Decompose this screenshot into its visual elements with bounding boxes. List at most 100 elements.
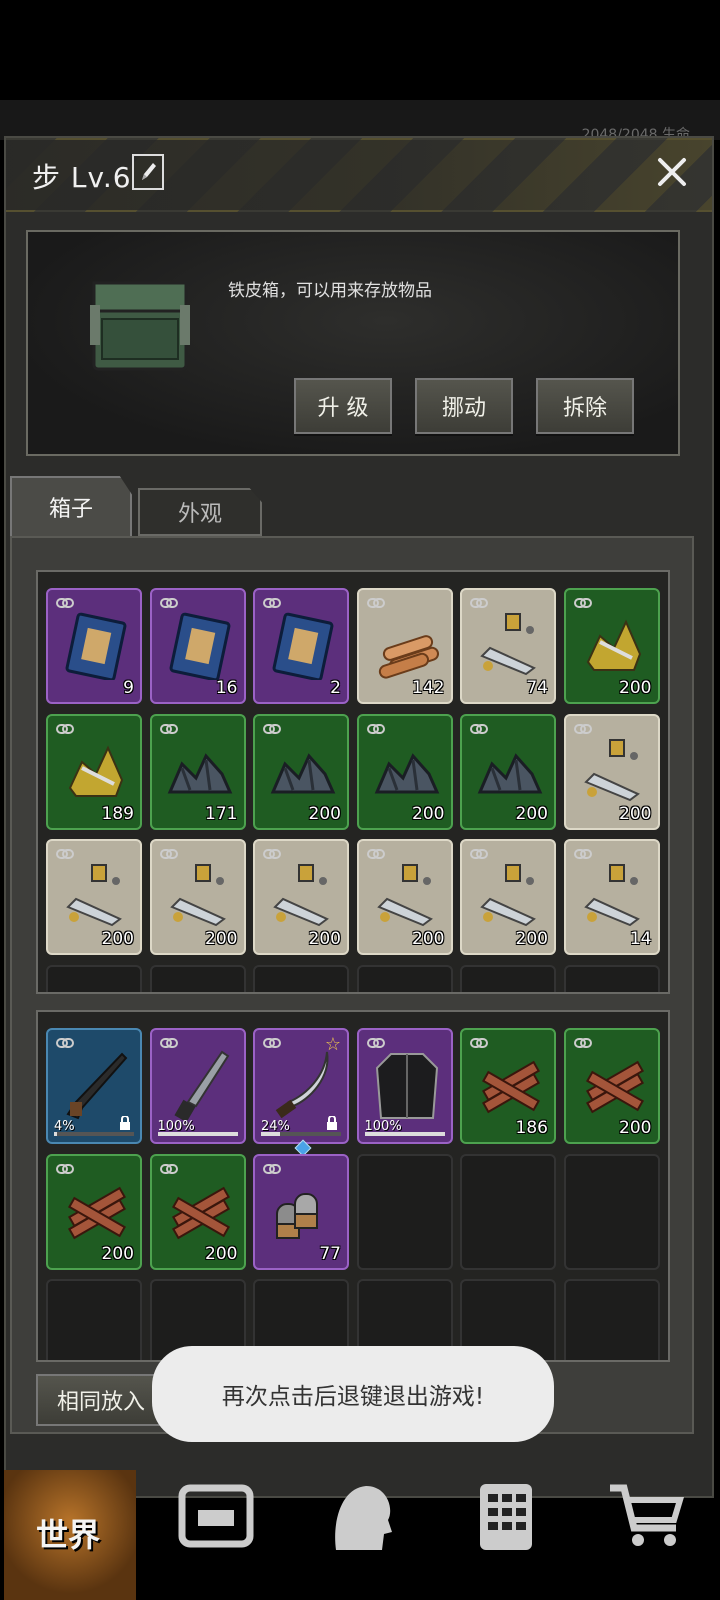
item-slot-sword[interactable]: ☆ 24%: [253, 1028, 349, 1157]
item-slot-logs[interactable]: 142: [356, 588, 453, 704]
item-slot-ore[interactable]: 200: [253, 713, 349, 830]
item-slot-ore[interactable]: 200: [356, 713, 453, 830]
bound-link-icon: [573, 849, 592, 859]
item-slot-scrap[interactable]: 74: [460, 588, 556, 704]
scrap-icon: [480, 613, 536, 676]
dismantle-button[interactable]: 拆除: [536, 378, 634, 434]
edit-name-button[interactable]: [132, 154, 164, 190]
ore-icon: [477, 752, 543, 793]
crafting-calculator-icon[interactable]: [466, 1480, 546, 1550]
backpack-icon[interactable]: [176, 1480, 256, 1550]
bound-link-icon: [366, 723, 385, 734]
item-count: 200: [412, 803, 445, 824]
scrap-icon: [169, 864, 226, 927]
item-slot-scrap[interactable]: 200: [149, 839, 246, 955]
ore-icon: [167, 752, 232, 793]
bound-link-icon: [263, 1038, 281, 1048]
empty-slot[interactable]: [563, 1279, 660, 1360]
empty-slot[interactable]: [253, 964, 349, 992]
bound-link-icon: [366, 1038, 385, 1048]
lock-icon: [327, 1116, 337, 1130]
rifle-icon: [66, 1052, 128, 1120]
item-count: 16: [215, 678, 238, 698]
durability-bar: [364, 1132, 445, 1136]
item-count: 200: [308, 803, 341, 824]
box-storage-grid[interactable]: 9 16 2 142 74 200 189 171 200 200 200 200 200 200 200 2…: [36, 570, 670, 994]
item-count: 200: [308, 929, 341, 949]
scrap-icon: [66, 864, 122, 927]
shop-cart-icon[interactable]: [606, 1480, 686, 1550]
character-head-icon[interactable]: [322, 1480, 402, 1550]
book-icon: [169, 612, 230, 680]
empty-slot[interactable]: [46, 1279, 142, 1360]
bound-link-icon: [56, 1163, 74, 1174]
item-slot-wood[interactable]: 200: [46, 1153, 142, 1270]
item-count: 14: [629, 929, 652, 949]
scrap-icon: [583, 864, 640, 927]
wood-icon: [482, 1060, 540, 1114]
empty-slot[interactable]: [356, 1153, 453, 1270]
bound-link-icon: [573, 723, 592, 734]
tab-box[interactable]: 箱子: [10, 476, 132, 538]
item-slot-book[interactable]: 16: [149, 588, 246, 704]
book-icon: [65, 612, 127, 680]
item-slot-knife[interactable]: 100%: [149, 1028, 246, 1144]
empty-slot[interactable]: [563, 1153, 660, 1270]
item-slot-scrap[interactable]: 200: [356, 839, 453, 955]
wood-icon: [585, 1060, 644, 1114]
item-slot-book[interactable]: 2: [253, 588, 349, 704]
item-count: 189: [101, 803, 134, 824]
item-slot-scrap[interactable]: 14: [563, 839, 660, 955]
item-slot-wood[interactable]: 200: [149, 1153, 246, 1270]
item-slot-wood[interactable]: 186: [460, 1028, 556, 1144]
move-button[interactable]: 挪动: [415, 378, 513, 434]
wood-icon: [171, 1186, 230, 1239]
bound-link-icon: [263, 849, 281, 859]
put-same-button[interactable]: 相同放入: [36, 1374, 166, 1426]
scrap-icon: [480, 864, 536, 927]
item-count: 200: [412, 929, 445, 949]
bound-link-icon: [159, 723, 178, 734]
item-count: 200: [515, 803, 548, 824]
item-count: 74: [526, 678, 548, 698]
close-button[interactable]: [654, 154, 690, 190]
item-count: 200: [515, 929, 548, 949]
item-slot-scrap[interactable]: 200: [563, 713, 660, 830]
item-count: 200: [101, 1243, 134, 1264]
item-slot-book[interactable]: 9: [46, 588, 142, 704]
item-slot-rifle[interactable]: 4%: [46, 1028, 142, 1144]
item-count: 77: [319, 1243, 341, 1264]
tab-appearance[interactable]: 外观: [138, 488, 262, 536]
item-slot-junk[interactable]: 189: [46, 713, 142, 830]
junk-icon: [586, 619, 641, 671]
item-count: 171: [205, 803, 238, 824]
upgrade-button[interactable]: 升 级: [294, 378, 392, 434]
item-slot-coat[interactable]: 100%: [356, 1028, 453, 1144]
empty-slot[interactable]: [149, 964, 246, 992]
bound-link-icon: [366, 598, 385, 608]
empty-slot[interactable]: [563, 964, 660, 992]
junk-icon: [68, 745, 124, 797]
item-slot-ammo[interactable]: 77: [253, 1153, 349, 1270]
item-slot-ore[interactable]: 171: [149, 713, 246, 830]
bound-link-icon: [470, 723, 488, 734]
item-slot-junk[interactable]: 200: [563, 588, 660, 704]
empty-slot[interactable]: [460, 1153, 556, 1270]
backpack-grid[interactable]: 4% 100% ☆ 24% 100% 186 200 200 200 77: [36, 1010, 670, 1362]
item-count: 200: [205, 1243, 238, 1264]
item-slot-wood[interactable]: 200: [563, 1028, 660, 1144]
item-slot-scrap[interactable]: 200: [46, 839, 142, 955]
item-count: 9: [123, 678, 134, 698]
item-slot-scrap[interactable]: 200: [253, 839, 349, 955]
bound-link-icon: [263, 1163, 281, 1174]
empty-slot[interactable]: [460, 964, 556, 992]
bound-link-icon: [56, 849, 74, 859]
bound-link-icon: [573, 1038, 592, 1048]
item-slot-scrap[interactable]: 200: [460, 839, 556, 955]
item-slot-ore[interactable]: 200: [460, 713, 556, 830]
empty-slot[interactable]: [46, 964, 142, 992]
bound-link-icon: [470, 1038, 488, 1048]
bound-link-icon: [159, 598, 178, 608]
empty-slot[interactable]: [356, 964, 453, 992]
bound-link-icon: [159, 1163, 178, 1174]
